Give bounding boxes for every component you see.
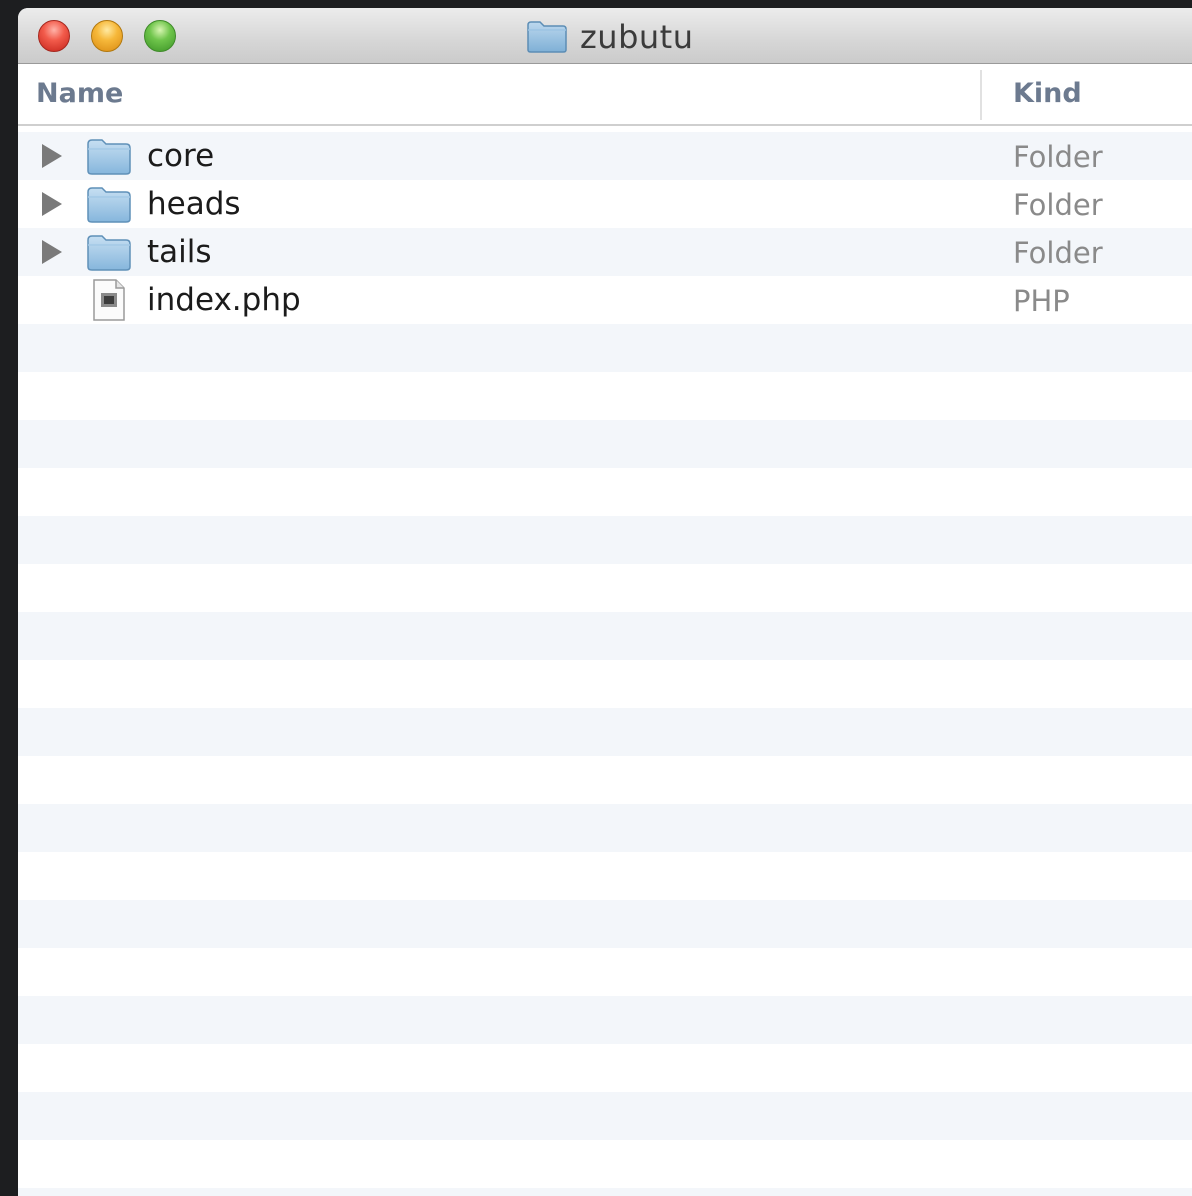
- window-title: zubutu: [580, 18, 694, 56]
- title-bar[interactable]: zubutu: [18, 8, 1192, 64]
- list-item[interactable]: heads Folder: [18, 180, 1192, 228]
- folder-icon: [527, 21, 567, 53]
- item-kind: PHP: [1013, 284, 1070, 318]
- list-item[interactable]: tails Folder: [18, 228, 1192, 276]
- folder-icon: [87, 235, 131, 271]
- item-kind: Folder: [1013, 236, 1103, 270]
- disclosure-triangle-icon[interactable]: [42, 192, 62, 216]
- minimize-button[interactable]: [91, 20, 123, 52]
- column-divider[interactable]: [980, 70, 982, 120]
- close-button[interactable]: [38, 20, 70, 52]
- column-header-name[interactable]: Name: [36, 78, 123, 109]
- finder-window: zubutu Name Kind core Folder heads Folde…: [18, 8, 1192, 1196]
- item-name: heads: [147, 186, 241, 222]
- item-name: core: [147, 138, 215, 174]
- item-name: tails: [147, 234, 212, 270]
- list-header: Name Kind: [18, 64, 1192, 126]
- window-title-area: zubutu: [526, 18, 694, 56]
- folder-icon: [87, 139, 131, 175]
- item-kind: Folder: [1013, 188, 1103, 222]
- item-kind: Folder: [1013, 140, 1103, 174]
- file-list[interactable]: core Folder heads Folder tails Folder in…: [18, 132, 1192, 1196]
- list-item[interactable]: core Folder: [18, 132, 1192, 180]
- disclosure-triangle-icon[interactable]: [42, 144, 62, 168]
- php-file-icon: [93, 279, 125, 321]
- zoom-button[interactable]: [144, 20, 176, 52]
- list-item[interactable]: index.php PHP: [18, 276, 1192, 324]
- disclosure-triangle-icon[interactable]: [42, 240, 62, 264]
- folder-icon: [87, 187, 131, 223]
- column-header-kind[interactable]: Kind: [1013, 78, 1082, 109]
- item-name: index.php: [147, 282, 301, 318]
